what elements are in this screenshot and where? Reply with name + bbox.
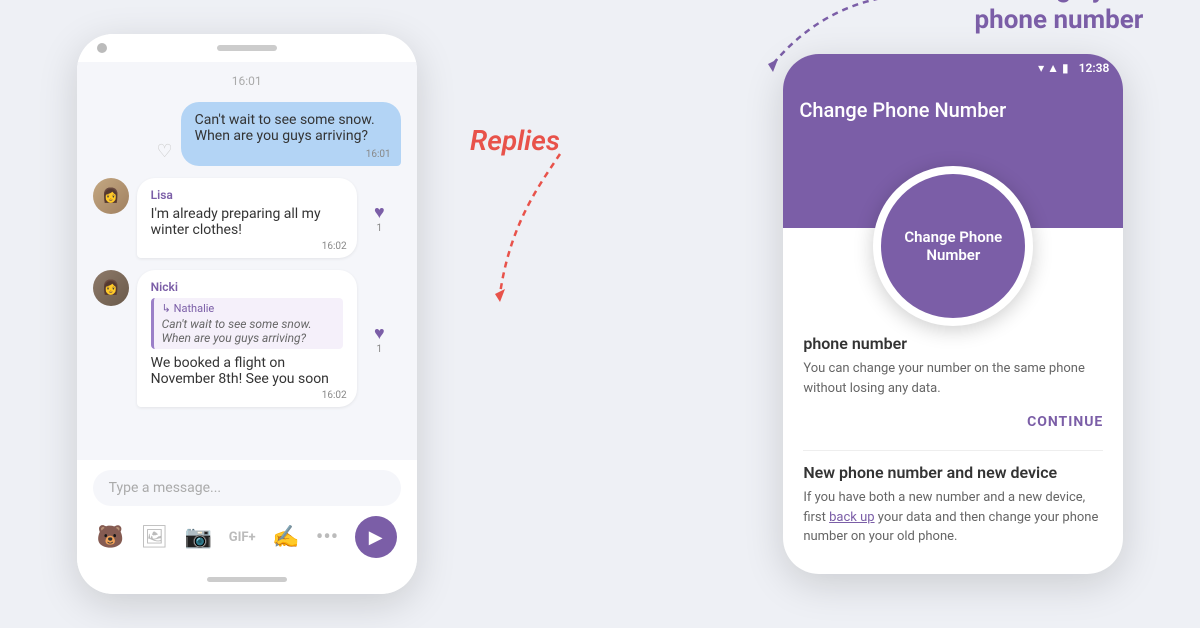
heart-icon[interactable]: ♡ <box>157 141 173 162</box>
app-toolbar: Change Phone Number <box>783 82 1123 138</box>
doodle-icon[interactable]: ✍ <box>272 525 299 550</box>
lisa-message-wrap: 👩 Lisa I'm already preparing all my wint… <box>93 178 401 258</box>
right-phone: ▾ ▲ ▮ 12:38 Change Phone Number Change P… <box>783 54 1123 574</box>
chat-area: ♡ Can't wait to see some snow. When are … <box>77 94 417 460</box>
message-input[interactable]: Type a message... <box>93 470 401 506</box>
change-number-label: Change your phone number <box>975 0 1144 36</box>
magnifier-area: Change Phone Number <box>783 138 1123 228</box>
sticker-icon[interactable]: 🐻 <box>97 525 124 550</box>
status-icons: ▾ ▲ ▮ <box>1038 61 1069 75</box>
magnifier-circle: Change Phone Number <box>873 166 1033 326</box>
status-bar: ▾ ▲ ▮ 12:38 <box>783 54 1123 82</box>
continue-button[interactable]: CONTINUE <box>803 398 1103 438</box>
left-phone: 16:01 ♡ Can't wait to see some snow. Whe… <box>77 34 417 594</box>
chat-time: 16:01 <box>77 62 417 94</box>
section1-title: phone number <box>803 334 1103 353</box>
middle-labels: Replies <box>490 64 710 564</box>
camera-icon[interactable]: 📷 <box>185 525 212 550</box>
toolbar-title: Change Phone Number <box>799 98 1006 122</box>
home-bar <box>207 577 287 582</box>
lisa-avatar: 👩 <box>93 178 129 214</box>
outgoing-message-wrap: ♡ Can't wait to see some snow. When are … <box>93 102 401 166</box>
section2-title: New phone number and new device <box>803 463 1103 482</box>
phone-top-bar <box>77 34 417 62</box>
home-bar-area <box>77 564 417 594</box>
chat-screen: 16:01 ♡ Can't wait to see some snow. Whe… <box>77 62 417 564</box>
outgoing-bubble: Can't wait to see some snow. When are yo… <box>181 102 401 166</box>
main-container: 16:01 ♡ Can't wait to see some snow. Whe… <box>0 0 1200 628</box>
replies-arrow <box>480 144 600 304</box>
magnifier-content: Change Phone Number <box>881 174 1025 318</box>
front-camera <box>97 43 107 53</box>
nicki-name: Nicki <box>151 280 343 294</box>
lisa-heart[interactable]: ♥ 1 <box>374 202 385 234</box>
battery-icon: ▮ <box>1062 61 1069 75</box>
gif-icon[interactable]: GIF+ <box>229 530 256 545</box>
nicki-bubble: Nicki ↳ Nathalie Can't wait to see some … <box>137 270 357 407</box>
backup-link[interactable]: back up <box>829 510 874 525</box>
right-phone-container: Change your phone number ▾ ▲ ▮ 12:38 Cha… <box>783 54 1123 574</box>
input-area: Type a message... 🐻 🖼 📷 GIF+ ✍ ••• ▶ <box>77 460 417 564</box>
send-button[interactable]: ▶ <box>355 516 397 558</box>
reply-quote-text: Can't wait to see some snow. When are yo… <box>162 317 335 345</box>
signal-icon: ▲ <box>1047 61 1059 75</box>
more-icon[interactable]: ••• <box>316 525 338 550</box>
toolbar-icons: 🐻 🖼 📷 GIF+ ✍ ••• ▶ <box>93 516 401 558</box>
section2-text: If you have both a new number and a new … <box>803 488 1103 547</box>
status-time: 12:38 <box>1079 61 1110 75</box>
divider <box>803 450 1103 451</box>
nicki-message-wrap: 👩 Nicki ↳ Nathalie Can't wait to see som… <box>93 270 401 407</box>
lisa-name: Lisa <box>151 188 343 202</box>
lisa-bubble: Lisa I'm already preparing all my winter… <box>137 178 357 258</box>
phone-content: phone number You can change your number … <box>783 318 1123 574</box>
speaker <box>217 45 277 51</box>
image-icon[interactable]: 🖼 <box>141 525 169 550</box>
wifi-icon: ▾ <box>1038 61 1044 75</box>
nicki-heart[interactable]: ♥ 1 <box>374 323 385 355</box>
section1-text: You can change your number on the same p… <box>803 359 1103 398</box>
reply-quote-author: ↳ Nathalie <box>162 302 335 315</box>
nicki-avatar: 👩 <box>93 270 129 306</box>
reply-quote: ↳ Nathalie Can't wait to see some snow. … <box>151 298 343 349</box>
